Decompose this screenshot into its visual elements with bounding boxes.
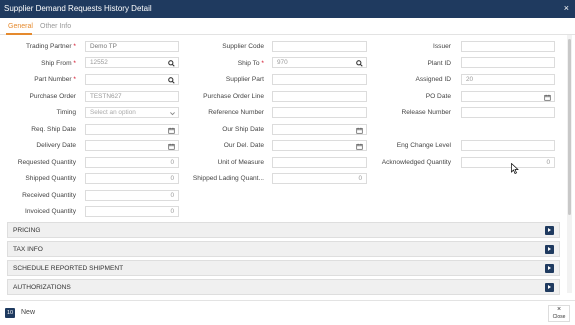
reference-number-field[interactable] xyxy=(272,107,367,118)
ship-to-label: Ship To * xyxy=(237,60,264,67)
release-number-field[interactable] xyxy=(461,107,555,118)
timing-select[interactable]: Select an option xyxy=(85,107,179,118)
close-button[interactable]: × Close xyxy=(548,305,570,322)
invoiced-quantity-field[interactable]: 0 xyxy=(85,206,179,217)
active-tab-indicator xyxy=(6,33,32,35)
supplier-part-field[interactable] xyxy=(272,74,367,85)
expand-arrow-icon[interactable] xyxy=(545,283,554,292)
search-icon[interactable] xyxy=(166,75,176,85)
tab-general[interactable]: General xyxy=(8,23,33,30)
section-title: SCHEDULE REPORTED SHIPMENT xyxy=(13,265,124,272)
shipped-lading-quantity-field[interactable]: 0 xyxy=(272,173,367,184)
shipped-quantity-label: Shipped Quantity xyxy=(25,175,76,182)
req-ship-date-field[interactable] xyxy=(85,124,179,135)
trading-partner-field[interactable]: Demo TP xyxy=(85,41,179,52)
window-title: Supplier Demand Requests History Detail xyxy=(4,4,152,13)
reference-number-label: Reference Number xyxy=(208,109,264,116)
shipped-lading-quantity-label: Shipped Lading Quant... xyxy=(192,175,264,182)
req-ship-date-label: Req. Ship Date xyxy=(31,126,76,133)
po-date-label: PO Date xyxy=(425,93,451,100)
assigned-id-label: Assigned ID xyxy=(415,76,451,83)
calendar-icon[interactable] xyxy=(354,125,364,135)
footer-bar: 10 New × Close xyxy=(0,300,575,325)
trading-partner-label: Trading Partner * xyxy=(26,43,76,50)
new-button[interactable]: New xyxy=(21,309,35,316)
close-icon[interactable]: × xyxy=(564,3,569,13)
issuer-field[interactable] xyxy=(461,41,555,52)
calendar-icon[interactable] xyxy=(166,125,176,135)
our-del-date-label: Our Del. Date xyxy=(223,142,264,149)
ship-from-field[interactable]: 12552 xyxy=(85,57,179,68)
received-quantity-label: Received Quantity xyxy=(22,192,76,199)
calendar-icon[interactable] xyxy=(542,92,552,102)
section-tax-info[interactable]: TAX INFO xyxy=(7,241,560,257)
delivery-date-label: Delivery Date xyxy=(36,142,76,149)
part-number-label: Part Number * xyxy=(34,76,76,83)
po-date-field[interactable] xyxy=(461,91,555,102)
part-number-field[interactable] xyxy=(85,74,179,85)
assigned-id-field[interactable]: 20 xyxy=(461,74,555,85)
scrollbar-thumb[interactable] xyxy=(568,39,571,215)
section-title: PRICING xyxy=(13,227,41,234)
close-icon: × xyxy=(556,306,562,313)
acknowledged-quantity-field[interactable]: 0 xyxy=(461,157,555,168)
search-icon[interactable] xyxy=(354,58,364,68)
release-number-label: Release Number xyxy=(401,109,451,116)
purchase-order-field[interactable]: TESTN627 xyxy=(85,91,179,102)
section-title: AUTHORIZATIONS xyxy=(13,284,71,291)
plant-id-label: Plant ID xyxy=(427,60,451,67)
close-button-label: Close xyxy=(552,314,566,320)
our-del-date-field[interactable] xyxy=(272,140,367,151)
purchase-order-label: Purchase Order xyxy=(29,93,76,100)
our-ship-date-field[interactable] xyxy=(272,124,367,135)
expand-arrow-icon[interactable] xyxy=(545,264,554,273)
section-schedule-reported-shipment[interactable]: SCHEDULE REPORTED SHIPMENT xyxy=(7,260,560,276)
vertical-scrollbar[interactable] xyxy=(567,35,572,293)
ship-to-field[interactable]: 970 xyxy=(272,57,367,68)
supplier-part-label: Supplier Part xyxy=(225,76,264,83)
mouse-cursor-icon xyxy=(511,162,519,174)
tab-other-info[interactable]: Other Info xyxy=(40,23,71,30)
requested-quantity-label: Requested Quantity xyxy=(17,159,76,166)
supplier-code-label: Supplier Code xyxy=(222,43,264,50)
tab-bar: General Other Info xyxy=(0,18,575,35)
delivery-date-field[interactable] xyxy=(85,140,179,151)
plant-id-field[interactable] xyxy=(461,57,555,68)
record-count-badge: 10 xyxy=(5,308,15,318)
unit-of-measure-label: Unit of Measure xyxy=(217,159,264,166)
ship-from-label: Ship From * xyxy=(41,60,76,67)
section-title: TAX INFO xyxy=(13,246,43,253)
our-ship-date-label: Our Ship Date xyxy=(222,126,264,133)
search-icon[interactable] xyxy=(166,58,176,68)
purchase-order-line-label: Purchase Order Line xyxy=(203,93,264,100)
expand-arrow-icon[interactable] xyxy=(545,245,554,254)
acknowledged-quantity-label: Acknowledged Quantity xyxy=(381,159,451,166)
supplier-code-field[interactable] xyxy=(272,41,367,52)
unit-of-measure-field[interactable] xyxy=(272,157,367,168)
eng-change-level-label: Eng Change Level xyxy=(396,142,451,149)
requested-quantity-field[interactable]: 0 xyxy=(85,157,179,168)
eng-change-level-field[interactable] xyxy=(461,140,555,151)
section-authorizations[interactable]: AUTHORIZATIONS xyxy=(7,279,560,295)
purchase-order-line-field[interactable] xyxy=(272,91,367,102)
chevron-down-icon[interactable] xyxy=(167,108,177,118)
calendar-icon[interactable] xyxy=(354,141,364,151)
timing-label: Timing xyxy=(56,109,76,116)
section-pricing[interactable]: PRICING xyxy=(7,222,560,238)
expand-arrow-icon[interactable] xyxy=(545,226,554,235)
shipped-quantity-field[interactable]: 0 xyxy=(85,173,179,184)
invoiced-quantity-label: Invoiced Quantity xyxy=(25,208,76,215)
calendar-icon[interactable] xyxy=(166,141,176,151)
issuer-label: Issuer xyxy=(433,43,451,50)
received-quantity-field[interactable]: 0 xyxy=(85,190,179,201)
title-bar: Supplier Demand Requests History Detail … xyxy=(0,0,575,18)
